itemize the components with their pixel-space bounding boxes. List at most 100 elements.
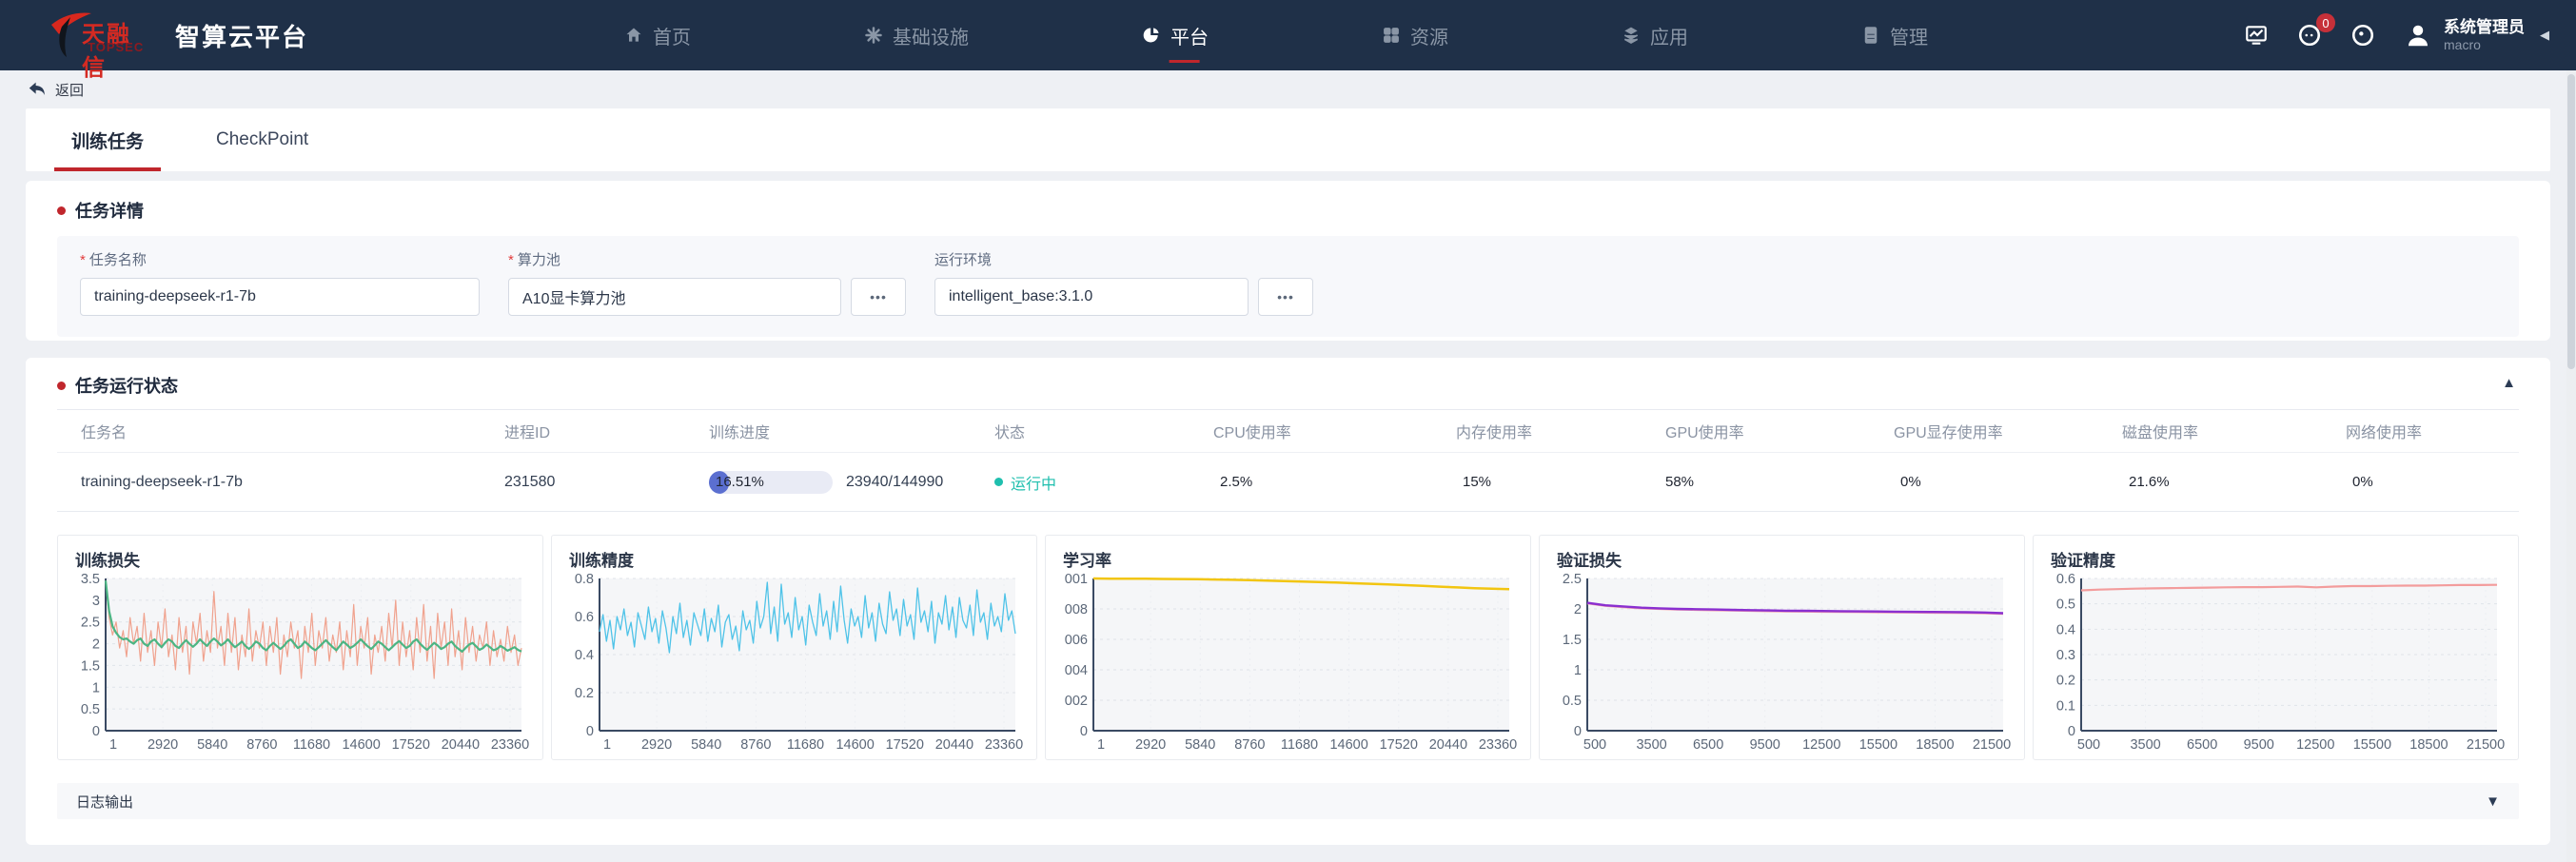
notification-badge: 0 [2316, 13, 2335, 32]
svg-text:0: 0 [586, 724, 594, 739]
nav-item-apps[interactable]: 应用 [1620, 16, 1690, 55]
tab-checkpoint[interactable]: CheckPoint [205, 108, 320, 171]
svg-text:0: 0 [92, 724, 100, 739]
back-button[interactable]: 返回 [0, 70, 2576, 108]
svg-text:0.6: 0.6 [575, 610, 594, 625]
svg-text:12500: 12500 [2296, 737, 2334, 753]
user-avatar-icon [2404, 21, 2432, 49]
user-menu[interactable]: 系统管理员 macro ◀ [2404, 17, 2549, 54]
nav-label: 应用 [1650, 22, 1688, 49]
svg-text:14600: 14600 [342, 737, 380, 753]
tab-training-task[interactable]: 训练任务 [60, 108, 155, 171]
val-loss-plot: 2.521.510.505003500650095001250015500185… [1551, 573, 2013, 755]
task-status-title: 任务运行状态 [75, 373, 178, 398]
page-scrollbar[interactable] [2566, 70, 2576, 862]
compute-pool-more-button[interactable]: ••• [851, 278, 906, 316]
svg-text:8760: 8760 [246, 737, 277, 753]
nav-label: 基础设施 [893, 22, 969, 49]
svg-text:6500: 6500 [1693, 737, 1723, 753]
runtime-env-more-button[interactable]: ••• [1258, 278, 1313, 316]
logo-subtext: TOPSEC [88, 40, 144, 54]
platform-pie-icon [1142, 26, 1161, 45]
svg-text:2: 2 [92, 637, 100, 653]
chevron-left-icon: ◀ [2540, 28, 2549, 43]
svg-text:1.5: 1.5 [1563, 633, 1582, 648]
nav-item-platform[interactable]: 平台 [1140, 16, 1210, 55]
required-mark: * [508, 252, 514, 268]
nav-item-resources[interactable]: 资源 [1380, 16, 1450, 55]
svg-text:3500: 3500 [2130, 737, 2160, 753]
brand: 天融信 TOPSEC 智算云平台 [49, 10, 308, 61]
svg-text:002: 002 [1065, 694, 1088, 709]
resources-grid-icon [1382, 26, 1401, 45]
runtime-env-input[interactable] [934, 278, 1249, 316]
svg-text:12500: 12500 [1802, 737, 1840, 753]
col-header: CPU使用率 [1213, 420, 1456, 442]
monitor-button[interactable] [2244, 23, 2269, 48]
field-label: *任务名称 [80, 249, 480, 269]
svg-text:3500: 3500 [1636, 737, 1666, 753]
cell-status: 运行中 [994, 471, 1213, 494]
svg-text:0.4: 0.4 [575, 648, 594, 663]
progress-label: 16.51% [716, 471, 764, 494]
col-header: 进程ID [504, 420, 709, 442]
svg-text:0.6: 0.6 [2056, 573, 2075, 587]
monitor-chart-icon [2244, 23, 2269, 48]
log-output-section[interactable]: 日志输出 ▼ [57, 783, 2519, 819]
back-arrow-icon [27, 79, 48, 100]
apps-layers-icon [1622, 26, 1641, 45]
col-header: 网络使用率 [2346, 420, 2519, 442]
svg-text:15500: 15500 [2353, 737, 2391, 753]
svg-text:14600: 14600 [1329, 737, 1367, 753]
nav-item-management[interactable]: 管理 [1859, 16, 1930, 55]
svg-text:18500: 18500 [1916, 737, 1954, 753]
section-bullet-icon [57, 382, 66, 390]
compute-pool-input[interactable] [508, 278, 841, 316]
svg-text:9500: 9500 [1750, 737, 1780, 753]
svg-text:6500: 6500 [2187, 737, 2217, 753]
col-header: 训练进度 [709, 420, 994, 442]
col-header: 磁盘使用率 [2122, 420, 2346, 442]
chart-train-loss: 训练损失 3.532.521.510.501292058408760116801… [57, 535, 543, 760]
svg-text:001: 001 [1065, 573, 1088, 587]
svg-text:2.5: 2.5 [81, 616, 100, 631]
task-name-input[interactable] [80, 278, 480, 316]
col-header: 状态 [994, 420, 1213, 442]
svg-text:1.5: 1.5 [81, 658, 100, 674]
status-dot-icon [994, 478, 1003, 486]
chart-title: 训练精度 [569, 547, 1025, 571]
chart-title: 学习率 [1063, 547, 1519, 571]
svg-text:008: 008 [1065, 602, 1088, 617]
task-detail-title: 任务详情 [75, 198, 144, 223]
quick-entry-button[interactable] [2350, 23, 2375, 48]
svg-text:004: 004 [1065, 663, 1088, 678]
status-table-header: 任务名 进程ID 训练进度 状态 CPU使用率 内存使用率 GPU使用率 GPU… [57, 409, 2519, 453]
svg-text:006: 006 [1065, 633, 1088, 648]
svg-text:2920: 2920 [1135, 737, 1166, 753]
svg-text:1: 1 [109, 737, 117, 753]
svg-text:2920: 2920 [641, 737, 672, 753]
home-icon [624, 26, 643, 45]
svg-text:21500: 21500 [2467, 737, 2505, 753]
svg-text:2920: 2920 [147, 737, 178, 753]
train-accuracy-plot: 0.80.60.40.20129205840876011680146001752… [563, 573, 1025, 755]
svg-text:0.5: 0.5 [2056, 598, 2075, 613]
nav-item-infrastructure[interactable]: 基础设施 [862, 16, 971, 55]
notification-button[interactable]: 0 [2297, 23, 2322, 48]
svg-text:0.2: 0.2 [2056, 674, 2075, 689]
svg-text:0: 0 [2068, 724, 2075, 739]
svg-text:23360: 23360 [985, 737, 1023, 753]
back-label: 返回 [55, 80, 84, 100]
nav-menu: 首页 基础设施 平台 资源 应用 管理 [622, 16, 1930, 55]
status-table: 任务名 进程ID 训练进度 状态 CPU使用率 内存使用率 GPU使用率 GPU… [57, 409, 2519, 512]
nav-item-home[interactable]: 首页 [622, 16, 693, 55]
chart-title: 验证精度 [2051, 547, 2507, 571]
tab-label: 训练任务 [71, 127, 144, 153]
collapse-section-button[interactable]: ▲ [2502, 375, 2516, 391]
scrollbar-thumb[interactable] [2567, 74, 2575, 369]
svg-text:5840: 5840 [1185, 737, 1215, 753]
user-texts: 系统管理员 macro [2444, 17, 2525, 54]
chart-val-loss: 验证损失 2.521.510.5050035006500950012500155… [1539, 535, 2025, 760]
nav-label: 资源 [1410, 22, 1448, 49]
svg-text:17520: 17520 [392, 737, 430, 753]
